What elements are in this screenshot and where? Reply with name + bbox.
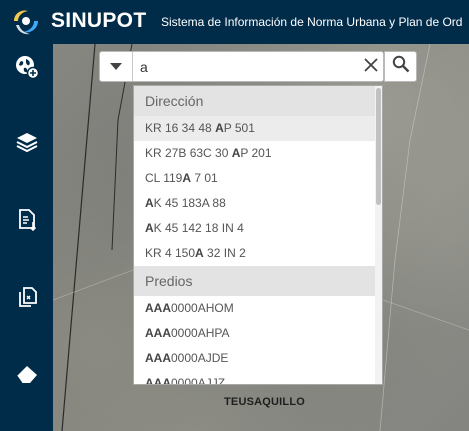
search-suggestions: Dirección KR 16 34 48 AP 501 KR 27B 63C …: [133, 85, 383, 385]
suggestion-item[interactable]: AAA0000AHOM: [134, 296, 382, 321]
sidebar-item-eraser[interactable]: [0, 352, 53, 402]
eraser-icon: [14, 363, 40, 392]
search-button[interactable]: [384, 51, 417, 82]
clear-search-button[interactable]: [359, 55, 383, 79]
suggestion-item[interactable]: AK 45 142 18 IN 4: [134, 216, 382, 241]
suggestion-item[interactable]: KR 16 34 48 AP 501: [134, 116, 382, 141]
suggestion-item[interactable]: KR 27B 63C 30 AP 201: [134, 141, 382, 166]
suggestion-item[interactable]: AAA0000AJDE: [134, 346, 382, 371]
copy-document-icon: [15, 285, 39, 314]
search-source-dropdown[interactable]: [100, 52, 133, 81]
document-download-icon: [15, 208, 39, 237]
app-subtitle: Sistema de Información de Norma Urbana y…: [161, 15, 463, 29]
suggestions-scrollbar[interactable]: [375, 86, 382, 384]
suggestion-item[interactable]: CL 119A 7 01: [134, 166, 382, 191]
district-label: TEUSAQUILLO: [224, 396, 306, 408]
caret-down-icon: [110, 58, 122, 76]
sidebar-item-copy[interactable]: [0, 274, 53, 324]
search-input[interactable]: [140, 56, 350, 77]
suggestion-group-header: Dirección: [134, 86, 382, 116]
sinupot-logo-icon: [8, 7, 44, 37]
search-box: [99, 51, 384, 82]
search-icon: [392, 55, 410, 78]
suggestion-item[interactable]: AK 45 183A 88: [134, 191, 382, 216]
suggestion-item[interactable]: AAA0000AHPA: [134, 321, 382, 346]
sidebar-item-globe[interactable]: [0, 44, 53, 94]
top-bar: SINUPOT Sistema de Información de Norma …: [0, 0, 469, 44]
close-icon: [364, 57, 378, 77]
layers-icon: [15, 130, 39, 159]
scrollbar-thumb[interactable]: [376, 88, 381, 205]
sidebar: [0, 44, 53, 431]
suggestion-item[interactable]: KR 4 150A 32 IN 2: [134, 241, 382, 266]
globe-add-icon: [14, 54, 40, 85]
sidebar-item-layers[interactable]: [0, 119, 53, 169]
suggestion-group-header: Predios: [134, 266, 382, 296]
app-brand: SINUPOT: [51, 9, 147, 32]
suggestion-item[interactable]: AAA0000AJJZ: [134, 371, 382, 384]
sidebar-item-report[interactable]: [0, 197, 53, 247]
